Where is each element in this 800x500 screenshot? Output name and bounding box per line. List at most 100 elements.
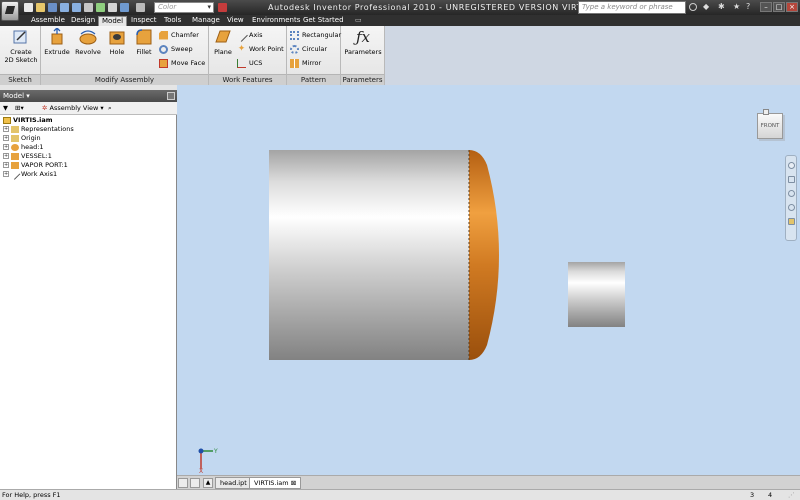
axis-button[interactable]: Axis [235,28,263,42]
mirror-button[interactable]: Mirror [290,57,321,69]
help-icon[interactable]: ? [746,3,750,11]
tree-item-label: VESSEL:1 [21,152,52,160]
save-icon[interactable] [48,3,57,12]
work-point-button[interactable]: ✦ Work Point [237,43,284,55]
subscription-icon[interactable]: ◆ [703,3,709,11]
return-icon[interactable] [84,3,93,12]
tab-assemble[interactable]: Assemble [28,16,68,26]
create-2d-sketch-button[interactable]: Create 2D Sketch [3,28,39,64]
tab-inspect[interactable]: Inspect [128,16,160,26]
measure-icon[interactable] [218,3,227,12]
communication-icon[interactable]: ✱ [718,3,725,11]
graphics-viewport[interactable]: FRONT Y X [177,85,800,475]
home-view-icon[interactable] [763,109,769,115]
browser-close-button[interactable] [167,92,175,100]
tab-scroll-left-icon[interactable]: ▲ [203,478,213,488]
window-title: Autodesk Inventor Professional 2010 - UN… [268,3,611,12]
navigation-bar [785,155,797,241]
tab-design[interactable]: Design [68,16,98,26]
cursor-icon[interactable] [136,3,145,12]
tree-item-vessel[interactable]: + VESSEL:1 [3,152,52,161]
orbit-icon[interactable] [788,204,795,211]
folder-icon [11,125,19,133]
sweep-icon [159,44,168,54]
fillet-button[interactable]: Fillet [133,28,155,56]
tile-windows-icon[interactable] [178,478,188,488]
zoom-icon[interactable] [788,190,795,197]
tree-item-work-axis[interactable]: + Work Axis1 [3,168,57,180]
close-icon[interactable]: ⊠ [291,479,296,487]
head-dome[interactable] [469,150,499,360]
tab-model[interactable]: Model [98,16,128,26]
part-icon [11,152,19,160]
search-icon[interactable] [689,3,697,11]
tree-item-root[interactable]: VIRTIS.iam [3,116,53,125]
tree-item-head[interactable]: + head:1 [3,143,44,152]
tab-manage[interactable]: Manage [189,16,223,26]
minimize-button[interactable]: – [760,2,772,12]
expand-icon[interactable]: + [3,153,9,159]
new-file-icon[interactable] [24,3,33,12]
browser-header[interactable]: Model ▾ [0,90,177,102]
redo-icon[interactable] [72,3,81,12]
expand-icon[interactable]: + [3,144,9,150]
status-count-a: 3 [750,491,755,499]
pan-icon[interactable] [788,176,795,183]
open-folder-icon[interactable] [36,3,45,12]
expand-icon[interactable]: + [3,162,9,168]
tree-item-representations[interactable]: + Representations [3,125,74,134]
close-button[interactable]: × [786,2,798,12]
ribbon-empty-area [385,26,800,85]
maximize-button[interactable]: □ [773,2,785,12]
tab-tools[interactable]: Tools [161,16,184,26]
assembly-view-dropdown[interactable]: ✲ Assembly View ▾ [42,102,104,115]
favorites-star-icon[interactable]: ★ [733,3,740,11]
extrude-button[interactable]: Extrude [44,28,70,56]
tree-item-vapor-port[interactable]: + VAPOR PORT:1 [3,161,68,170]
select-icon[interactable] [108,3,117,12]
vessel-body[interactable] [269,150,469,360]
move-face-button[interactable]: Move Face [159,57,205,69]
parameters-button[interactable]: ƒx Parameters [343,28,383,56]
undo-icon[interactable] [60,3,69,12]
tab-environments[interactable]: Environments [249,16,303,26]
hole-button[interactable]: Hole [106,28,128,56]
assembly-view-label: Assembly View [49,104,99,112]
vapor-port[interactable] [568,262,625,327]
binoculars-icon[interactable]: ⌕ [108,102,112,115]
application-menu-button[interactable] [1,1,19,21]
sweep-button[interactable]: Sweep [159,43,193,55]
circular-pattern-button[interactable]: Circular [290,43,327,55]
resize-grip-icon[interactable]: ⋰ [788,490,795,500]
tab-view[interactable]: View [224,16,247,26]
tree-view-icon[interactable]: ⊞▾ [15,102,24,115]
ucs-button[interactable]: UCS [237,57,262,69]
color-override-dropdown[interactable]: Color ▾ [154,2,214,13]
revolve-button[interactable]: Revolve [73,28,103,56]
mirror-label: Mirror [302,59,322,67]
update-icon[interactable] [96,3,105,12]
function-fx-icon: ƒx [355,28,370,46]
expand-icon[interactable]: + [3,135,9,141]
revolve-label: Revolve [75,48,101,56]
doc-tab-virtis[interactable]: VIRTIS.iam ⊠ [249,477,302,489]
rectangular-pattern-button[interactable]: Rectangular [290,29,341,41]
search-input[interactable]: Type a keyword or phrase [578,1,686,14]
doc-tab-head[interactable]: head.ipt [215,477,252,489]
filter-icon[interactable]: ▼ [3,102,8,115]
viewcube[interactable]: FRONT [757,113,783,139]
part-icon [11,161,19,169]
tree-item-origin[interactable]: + Origin [3,134,41,143]
cascade-windows-icon[interactable] [190,478,200,488]
look-at-icon[interactable] [788,218,795,225]
move-face-label: Move Face [171,59,206,67]
chamfer-button[interactable]: Chamfer [159,29,199,41]
expand-icon[interactable]: + [3,171,9,177]
chevron-down-icon: ▾ [26,92,30,100]
ribbon-minimize-icon[interactable]: ▭ [352,16,365,26]
expand-icon[interactable]: + [3,126,9,132]
steering-wheel-icon[interactable] [788,162,795,169]
plane-button[interactable]: Plane [211,28,235,56]
projects-icon[interactable] [120,3,129,12]
tab-get-started[interactable]: Get Started [300,16,347,26]
